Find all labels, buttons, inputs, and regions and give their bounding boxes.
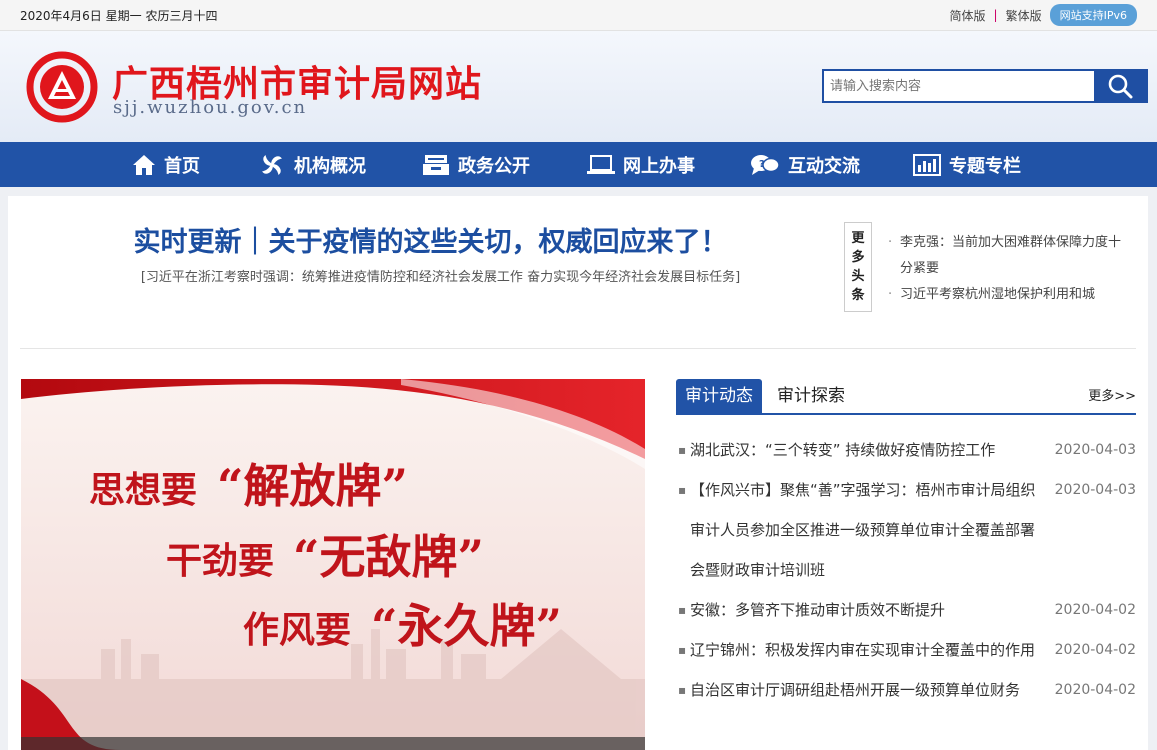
nav-label: 网上办事: [623, 155, 695, 177]
ipv6-badge: 网站支持IPv6: [1049, 4, 1137, 26]
current-date: 2020年4月6日 星期一 农历三月十四: [20, 9, 218, 23]
search-icon: [1108, 74, 1133, 99]
audit-logo-icon[interactable]: [26, 51, 98, 123]
nav-government-affairs[interactable]: 政务公开: [422, 142, 530, 187]
news-date: 2020-04-02: [1054, 642, 1136, 658]
banner-line2-quote: “无敌牌”: [293, 530, 484, 584]
top-headline-item[interactable]: 习近平考察杭州湿地保护利用和城: [888, 282, 1128, 308]
banner-line1-quote: “解放牌”: [217, 459, 408, 513]
news-title[interactable]: 安徽：多管齐下推动审计质效不断提升: [676, 590, 1046, 630]
banner-line3-quote: “永久牌”: [371, 599, 562, 653]
nav-organization[interactable]: 机构概况: [258, 142, 366, 187]
pinwheel-icon: [262, 154, 282, 175]
main-nav: 首页 机构概况 政务公开 网上办事 ? 互动交流 专题专栏: [0, 142, 1157, 187]
nav-label: 专题专栏: [949, 155, 1021, 177]
main-content: 实时更新｜关于疫情的这些关切，权威回应来了！ [习近平在浙江考察时强调：统筹推进…: [8, 196, 1148, 750]
banner-line1-prefix: 思想要: [89, 469, 197, 511]
simplified-version-link[interactable]: 简体版: [950, 7, 986, 24]
news-date: 2020-04-03: [1054, 442, 1136, 458]
search-input[interactable]: [824, 71, 1106, 101]
chat-bubbles-icon: ?: [751, 154, 780, 175]
bullet: ▪: [678, 643, 687, 657]
headline-title[interactable]: 实时更新｜关于疫情的这些关切，权威回应来了！: [8, 220, 853, 259]
news-date: 2020-04-03: [1054, 482, 1136, 498]
laptop-icon: [587, 154, 615, 174]
news-date: 2020-04-02: [1054, 682, 1136, 698]
news-item[interactable]: ▪ 【作风兴市】聚焦“善”字强学习：梧州市审计局组织审计人员参加全区推进一级预算…: [676, 470, 1136, 590]
svg-text:?: ?: [759, 159, 765, 170]
news-title[interactable]: 【作风兴市】聚焦“善”字强学习：梧州市审计局组织审计人员参加全区推进一级预算单位…: [676, 470, 1046, 590]
search-box: [822, 69, 1148, 103]
nav-home[interactable]: 首页: [132, 142, 200, 187]
bullet: ▪: [678, 443, 687, 457]
top-headline-item[interactable]: 李克强：当前加大困难群体保障力度十分紧要: [888, 230, 1128, 282]
site-domain: sjj.wuzhou.gov.cn: [113, 97, 308, 118]
tab-audit-exploration[interactable]: 审计探索: [768, 379, 854, 413]
feature-banner[interactable]: 思想要 “解放牌” 干劲要 “无敌牌” 作风要 “永久牌”: [21, 379, 645, 750]
news-title[interactable]: 自治区审计厅调研组赴梧州开展一级预算单位财务: [676, 670, 1046, 710]
more-headlines-button[interactable]: 更 多 头 条: [844, 222, 872, 312]
top-headlines-list: 李克强：当前加大困难群体保障力度十分紧要 习近平考察杭州湿地保护利用和城: [888, 230, 1128, 308]
nav-label: 互动交流: [788, 155, 860, 177]
banner-line3-prefix: 作风要: [243, 609, 351, 651]
banner-line2-prefix: 干劲要: [166, 540, 274, 582]
more-headlines-char: 头: [851, 269, 865, 284]
search-button[interactable]: [1094, 71, 1146, 101]
banner-graphic: 思想要 “解放牌” 干劲要 “无敌牌” 作风要 “永久牌”: [21, 379, 645, 750]
version-links: 简体版 | 繁体版 网站支持IPv6: [950, 4, 1137, 26]
nav-label: 机构概况: [294, 155, 366, 177]
news-title[interactable]: 辽宁锦州：积极发挥内审在实现审计全覆盖中的作用: [676, 630, 1046, 670]
news-item[interactable]: ▪ 辽宁锦州：积极发挥内审在实现审计全覆盖中的作用 2020-04-02: [676, 630, 1136, 670]
news-date: 2020-04-02: [1054, 602, 1136, 618]
bar-chart-icon: [913, 153, 941, 176]
news-list: ▪ 湖北武汉：“三个转变” 持续做好疫情防控工作 2020-04-03 ▪ 【作…: [676, 430, 1136, 710]
nav-interaction[interactable]: ? 互动交流: [750, 142, 860, 187]
nav-label: 政务公开: [458, 155, 530, 177]
nav-online-services[interactable]: 网上办事: [587, 142, 695, 187]
inbox-icon: [423, 154, 449, 175]
bullet: ▪: [678, 603, 687, 617]
more-headlines-char: 更: [851, 231, 865, 246]
site-header: 广西梧州市审计局网站 sjj.wuzhou.gov.cn: [0, 31, 1157, 142]
nav-label: 首页: [164, 155, 200, 177]
news-tabs: 审计动态 审计探索 更多>>: [676, 379, 1136, 415]
top-bar: 2020年4月6日 星期一 农历三月十四 简体版 | 繁体版 网站支持IPv6: [0, 0, 1157, 31]
news-item[interactable]: ▪ 自治区审计厅调研组赴梧州开展一级预算单位财务 2020-04-02: [676, 670, 1136, 710]
divider: [20, 348, 1136, 349]
news-title[interactable]: 湖北武汉：“三个转变” 持续做好疫情防控工作: [676, 430, 1046, 470]
news-item[interactable]: ▪ 湖北武汉：“三个转变” 持续做好疫情防控工作 2020-04-03: [676, 430, 1136, 470]
news-more-link[interactable]: 更多>>: [1088, 385, 1136, 404]
more-headlines-char: 多: [851, 250, 865, 265]
tab-audit-news[interactable]: 审计动态: [676, 379, 762, 413]
home-icon: [133, 154, 155, 175]
separator: |: [993, 8, 998, 22]
nav-special-topics[interactable]: 专题专栏: [913, 142, 1021, 187]
more-headlines-char: 条: [851, 288, 865, 303]
traditional-version-link[interactable]: 繁体版: [1006, 7, 1042, 24]
headline-subtitle[interactable]: [习近平在浙江考察时强调：统筹推进疫情防控和经济社会发展工作 奋力实现今年经济社…: [8, 266, 873, 285]
bullet: ▪: [678, 483, 687, 497]
bullet: ▪: [678, 683, 687, 697]
news-item[interactable]: ▪ 安徽：多管齐下推动审计质效不断提升 2020-04-02: [676, 590, 1136, 630]
